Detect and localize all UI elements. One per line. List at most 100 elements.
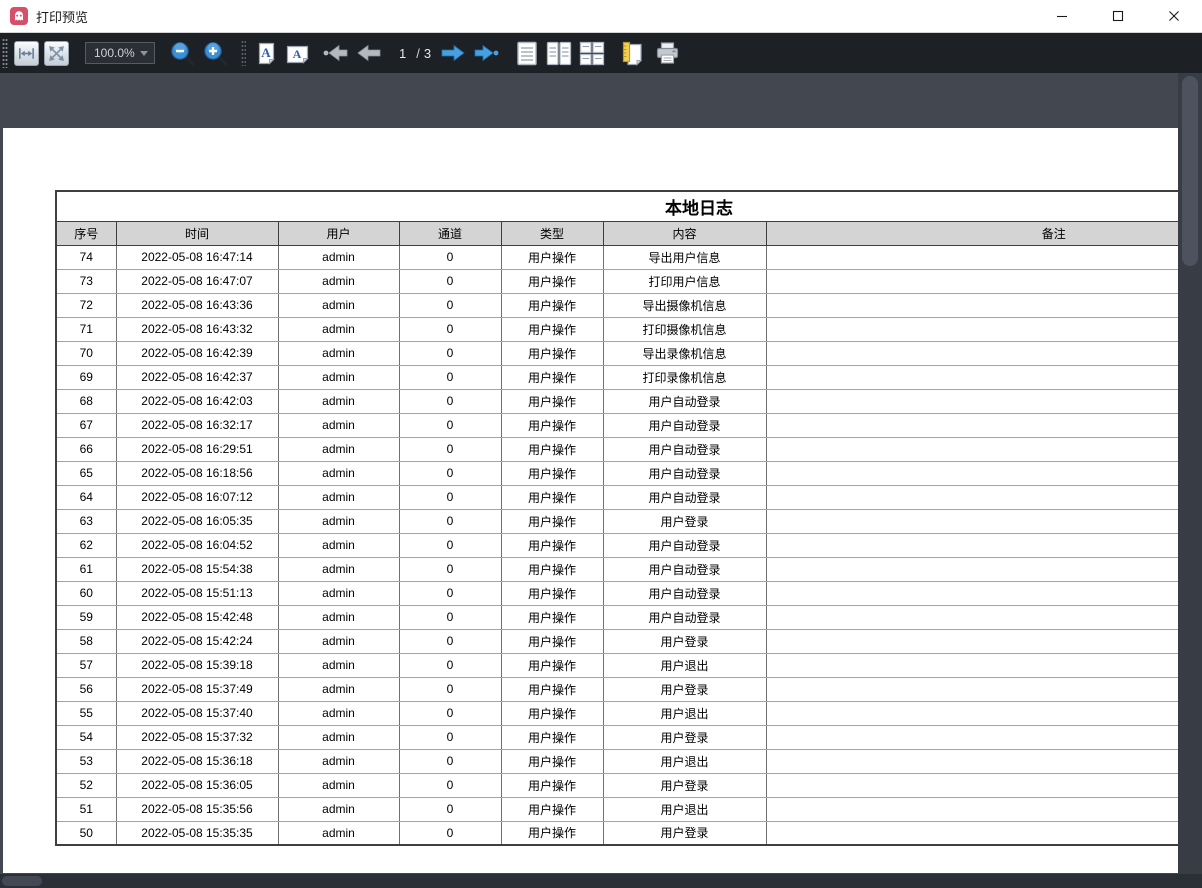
table-cell: 用户登录: [603, 677, 766, 701]
table-cell: [766, 317, 1178, 341]
table-cell: admin: [278, 581, 399, 605]
table-cell: 用户操作: [501, 317, 603, 341]
horizontal-scrollbar[interactable]: [0, 874, 1202, 888]
table-cell: 用户操作: [501, 725, 603, 749]
toolbar-grip-handle[interactable]: [2, 38, 8, 68]
table-row: 682022-05-08 16:42:03admin0用户操作用户自动登录: [56, 389, 1178, 413]
first-page-button[interactable]: [322, 40, 350, 66]
table-cell: 2022-05-08 16:29:51: [116, 437, 278, 461]
table-row: 512022-05-08 15:35:56admin0用户操作用户退出: [56, 797, 1178, 821]
table-row: 672022-05-08 16:32:17admin0用户操作用户自动登录: [56, 413, 1178, 437]
table-cell: 打印摄像机信息: [603, 317, 766, 341]
four-page-view-button[interactable]: [578, 40, 606, 67]
two-page-view-button[interactable]: [545, 40, 573, 67]
table-row: 522022-05-08 15:36:05admin0用户操作用户登录: [56, 773, 1178, 797]
table-cell: 用户操作: [501, 365, 603, 389]
table-cell: admin: [278, 605, 399, 629]
table-cell: 用户操作: [501, 821, 603, 845]
table-cell: 60: [56, 581, 116, 605]
next-page-button[interactable]: [439, 40, 467, 66]
maximize-button[interactable]: [1090, 0, 1146, 32]
table-cell: 用户自动登录: [603, 581, 766, 605]
table-row: 652022-05-08 16:18:56admin0用户操作用户自动登录: [56, 461, 1178, 485]
table-cell: 57: [56, 653, 116, 677]
table-cell: 2022-05-08 15:36:18: [116, 749, 278, 773]
table-cell: 2022-05-08 16:07:12: [116, 485, 278, 509]
page-setup-button[interactable]: [620, 40, 646, 67]
table-row: 502022-05-08 15:35:35admin0用户操作用户登录: [56, 821, 1178, 845]
fit-page-icon: [46, 43, 67, 64]
previous-page-button[interactable]: [355, 40, 383, 66]
table-cell: [766, 773, 1178, 797]
table-cell: [766, 749, 1178, 773]
table-row: 562022-05-08 15:37:49admin0用户操作用户登录: [56, 677, 1178, 701]
table-cell: 74: [56, 245, 116, 269]
table-cell: 用户退出: [603, 797, 766, 821]
zoom-out-button[interactable]: [169, 40, 196, 67]
table-cell: 用户退出: [603, 701, 766, 725]
table-row: 722022-05-08 16:43:36admin0用户操作导出摄像机信息: [56, 293, 1178, 317]
zoom-in-button[interactable]: [202, 40, 229, 67]
minimize-button[interactable]: [1034, 0, 1090, 32]
table-row: 742022-05-08 16:47:14admin0用户操作导出用户信息: [56, 245, 1178, 269]
table-cell: 0: [399, 389, 501, 413]
single-page-view-icon: [514, 40, 540, 67]
last-page-button[interactable]: [472, 40, 500, 66]
table-row: 712022-05-08 16:43:32admin0用户操作打印摄像机信息: [56, 317, 1178, 341]
table-cell: admin: [278, 317, 399, 341]
table-cell: 67: [56, 413, 116, 437]
table-cell: 0: [399, 341, 501, 365]
table-cell: 用户操作: [501, 629, 603, 653]
horizontal-scrollbar-thumb[interactable]: [2, 876, 42, 886]
table-cell: [766, 605, 1178, 629]
table-cell: 2022-05-08 15:36:05: [116, 773, 278, 797]
table-cell: 用户操作: [501, 437, 603, 461]
landscape-orientation-button[interactable]: A: [285, 41, 310, 66]
table-cell: admin: [278, 653, 399, 677]
table-cell: 用户操作: [501, 797, 603, 821]
table-cell: 导出录像机信息: [603, 341, 766, 365]
table-header-row: 序号时间用户通道类型内容备注: [56, 221, 1178, 245]
table-cell: 2022-05-08 15:37:32: [116, 725, 278, 749]
table-cell: admin: [278, 773, 399, 797]
table-cell: 0: [399, 773, 501, 797]
log-table: 本地日志 序号时间用户通道类型内容备注 742022-05-08 16:47:1…: [55, 190, 1178, 846]
zoom-level-select[interactable]: 100.0%: [85, 42, 155, 64]
table-row: 622022-05-08 16:04:52admin0用户操作用户自动登录: [56, 533, 1178, 557]
table-cell: 用户操作: [501, 749, 603, 773]
table-cell: [766, 629, 1178, 653]
table-cell: 用户操作: [501, 485, 603, 509]
table-cell: 2022-05-08 15:37:49: [116, 677, 278, 701]
table-cell: 导出摄像机信息: [603, 293, 766, 317]
table-cell: 用户自动登录: [603, 389, 766, 413]
table-cell: 用户操作: [501, 557, 603, 581]
table-cell: 打印用户信息: [603, 269, 766, 293]
table-cell: 0: [399, 725, 501, 749]
table-cell: 用户操作: [501, 245, 603, 269]
close-button[interactable]: [1146, 0, 1202, 32]
table-cell: 51: [56, 797, 116, 821]
portrait-orientation-button[interactable]: A: [254, 41, 279, 66]
table-cell: admin: [278, 365, 399, 389]
table-cell: 用户操作: [501, 293, 603, 317]
table-cell: admin: [278, 509, 399, 533]
table-cell: [766, 269, 1178, 293]
vertical-scrollbar[interactable]: [1178, 73, 1202, 874]
table-cell: 2022-05-08 16:43:32: [116, 317, 278, 341]
print-button[interactable]: [654, 40, 681, 67]
page-separator: /: [416, 46, 420, 61]
table-cell: 0: [399, 413, 501, 437]
fit-page-button[interactable]: [44, 41, 69, 66]
table-cell: 2022-05-08 15:51:13: [116, 581, 278, 605]
single-page-view-button[interactable]: [514, 40, 540, 67]
table-cell: admin: [278, 389, 399, 413]
table-cell: 用户操作: [501, 509, 603, 533]
table-cell: admin: [278, 797, 399, 821]
table-cell: 2022-05-08 16:18:56: [116, 461, 278, 485]
fit-width-button[interactable]: [14, 41, 39, 66]
table-cell: admin: [278, 701, 399, 725]
vertical-scrollbar-thumb[interactable]: [1182, 76, 1198, 266]
table-cell: [766, 701, 1178, 725]
zoom-level-value: 100.0%: [86, 46, 140, 60]
table-cell: 0: [399, 605, 501, 629]
